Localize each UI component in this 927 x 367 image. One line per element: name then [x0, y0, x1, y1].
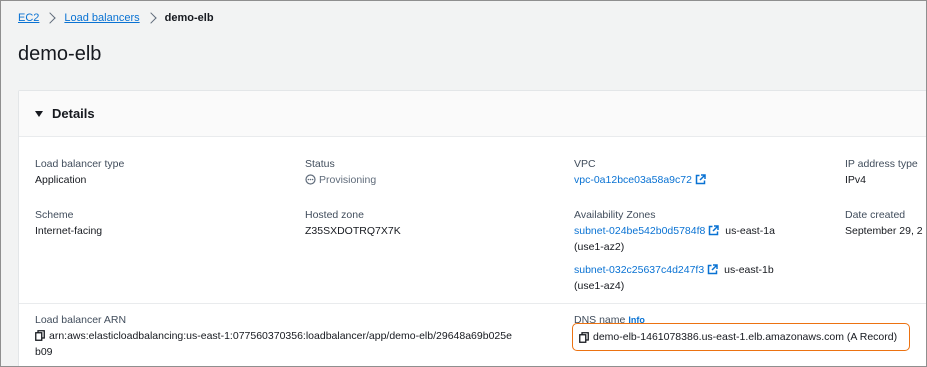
page-title: demo-elb: [18, 43, 102, 65]
main-frame: EC2 Load balancers demo-elb demo-elb Det…: [0, 0, 927, 367]
breadcrumb-load-balancers[interactable]: Load balancers: [64, 12, 139, 24]
az-zone-id: (use1-az4): [574, 280, 625, 292]
hosted-zone-label: Hosted zone: [305, 209, 364, 221]
vpc-field: VPC vpc-0a12bce03a58a9c72: [574, 156, 706, 188]
dns-name-value-box[interactable]: demo-elb-1461078386.us-east-1.elb.amazon…: [572, 323, 910, 351]
breadcrumb-ec2[interactable]: EC2: [18, 12, 39, 24]
copy-icon[interactable]: [579, 331, 589, 343]
details-header[interactable]: Details: [19, 91, 926, 137]
arn-value: arn:aws:elasticloadbalancing:us-east-1:0…: [49, 330, 512, 342]
status-value: Provisioning: [319, 174, 377, 186]
date-created-field: Date created September 29, 2: [845, 207, 923, 239]
az-item: subnet-024be542b0d5784f8 us-east-1a: [574, 223, 775, 239]
status-pending-icon: [305, 174, 316, 185]
arn-value-row: arn:aws:elasticloadbalancing:us-east-1:0…: [35, 328, 512, 344]
arn-label: Load balancer ARN: [35, 314, 127, 326]
date-created-value: September 29, 2: [845, 225, 923, 237]
scheme-label: Scheme: [35, 209, 74, 221]
dns-name-value: demo-elb-1461078386.us-east-1.elb.amazon…: [593, 331, 898, 343]
ip-address-type-field: IP address type IPv4: [845, 156, 918, 188]
external-link-icon[interactable]: [695, 174, 706, 185]
subnet-link[interactable]: subnet-024be542b0d5784f8: [574, 225, 705, 237]
scheme-value: Internet-facing: [35, 225, 103, 237]
status-value-row: Provisioning: [305, 172, 376, 188]
arn-field: Load balancer ARN arn:aws:elasticloadbal…: [35, 312, 512, 360]
chevron-right-icon: [44, 12, 57, 24]
details-title: Details: [52, 106, 95, 121]
availability-zones-field: Availability Zones subnet-024be542b0d578…: [574, 207, 775, 294]
caret-down-icon[interactable]: [35, 110, 43, 117]
load-balancer-type-value: Application: [35, 174, 87, 186]
arn-value-continued: b09: [35, 346, 53, 358]
hosted-zone-value: Z35SXDOTRQ7X7K: [305, 225, 401, 237]
subnet-link[interactable]: subnet-032c25637c4d247f3: [574, 264, 704, 276]
load-balancer-type-label: Load balancer type: [35, 158, 125, 170]
section-divider: [19, 303, 926, 304]
copy-icon[interactable]: [35, 330, 45, 341]
status-label: Status: [305, 158, 335, 170]
status-field: Status Provisioning: [305, 156, 376, 188]
vpc-label: VPC: [574, 158, 596, 170]
ip-address-type-value: IPv4: [845, 174, 867, 186]
chevron-right-icon: [144, 12, 157, 24]
external-link-icon[interactable]: [708, 225, 720, 236]
date-created-label: Date created: [845, 209, 906, 221]
vpc-link[interactable]: vpc-0a12bce03a58a9c72: [574, 174, 692, 186]
scheme-field: Scheme Internet-facing: [35, 207, 102, 239]
az-item: subnet-032c25637c4d247f3 us-east-1b: [574, 262, 775, 278]
az-zone: us-east-1b: [724, 264, 774, 276]
availability-zones-label: Availability Zones: [574, 209, 656, 221]
az-zone: us-east-1a: [725, 225, 775, 237]
breadcrumb-current: demo-elb: [164, 12, 214, 24]
breadcrumb: EC2 Load balancers demo-elb: [18, 12, 214, 24]
ip-address-type-label: IP address type: [845, 158, 918, 170]
hosted-zone-field: Hosted zone Z35SXDOTRQ7X7K: [305, 207, 401, 239]
az-zone-id: (use1-az2): [574, 241, 625, 253]
details-panel: Details Load balancer type Application S…: [18, 90, 926, 366]
load-balancer-type-field: Load balancer type Application: [35, 156, 124, 188]
external-link-icon[interactable]: [707, 264, 718, 275]
